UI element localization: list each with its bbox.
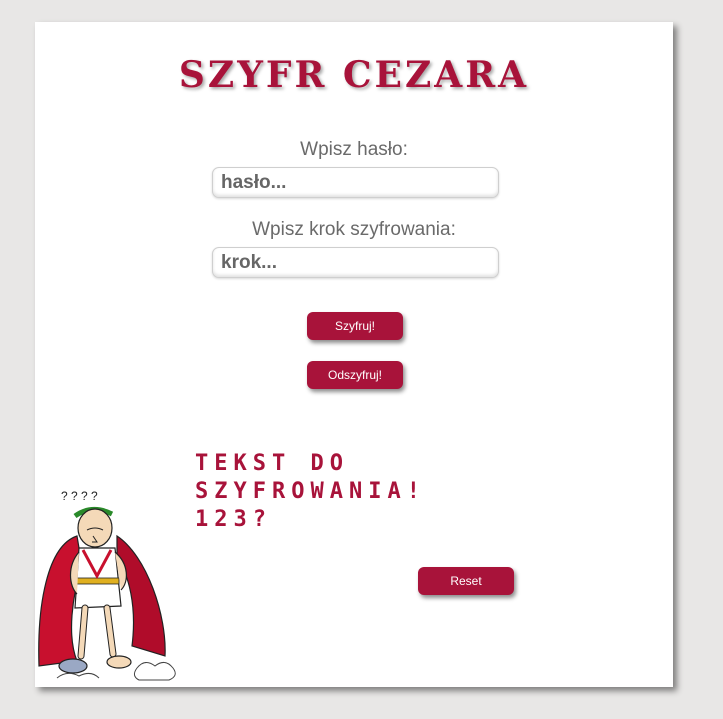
output-text: Tekst do szyfrowania! 123? <box>195 451 426 532</box>
main-card: SZYFR CEZARA Wpisz hasło: Wpisz krok szy… <box>35 22 673 687</box>
step-input[interactable] <box>212 247 499 278</box>
decrypt-button[interactable]: Odszyfruj! <box>307 361 403 389</box>
password-label: Wpisz hasło: <box>300 139 408 160</box>
svg-text:? ? ? ?: ? ? ? ? <box>61 489 98 503</box>
reset-button[interactable]: Reset <box>418 567 514 595</box>
caesar-illustration: ? ? ? ? <box>38 489 176 681</box>
encrypt-button[interactable]: Szyfruj! <box>307 312 403 340</box>
page-title: SZYFR CEZARA <box>178 54 530 96</box>
step-label: Wpisz krok szyfrowania: <box>252 219 456 240</box>
password-input[interactable] <box>212 167 499 198</box>
